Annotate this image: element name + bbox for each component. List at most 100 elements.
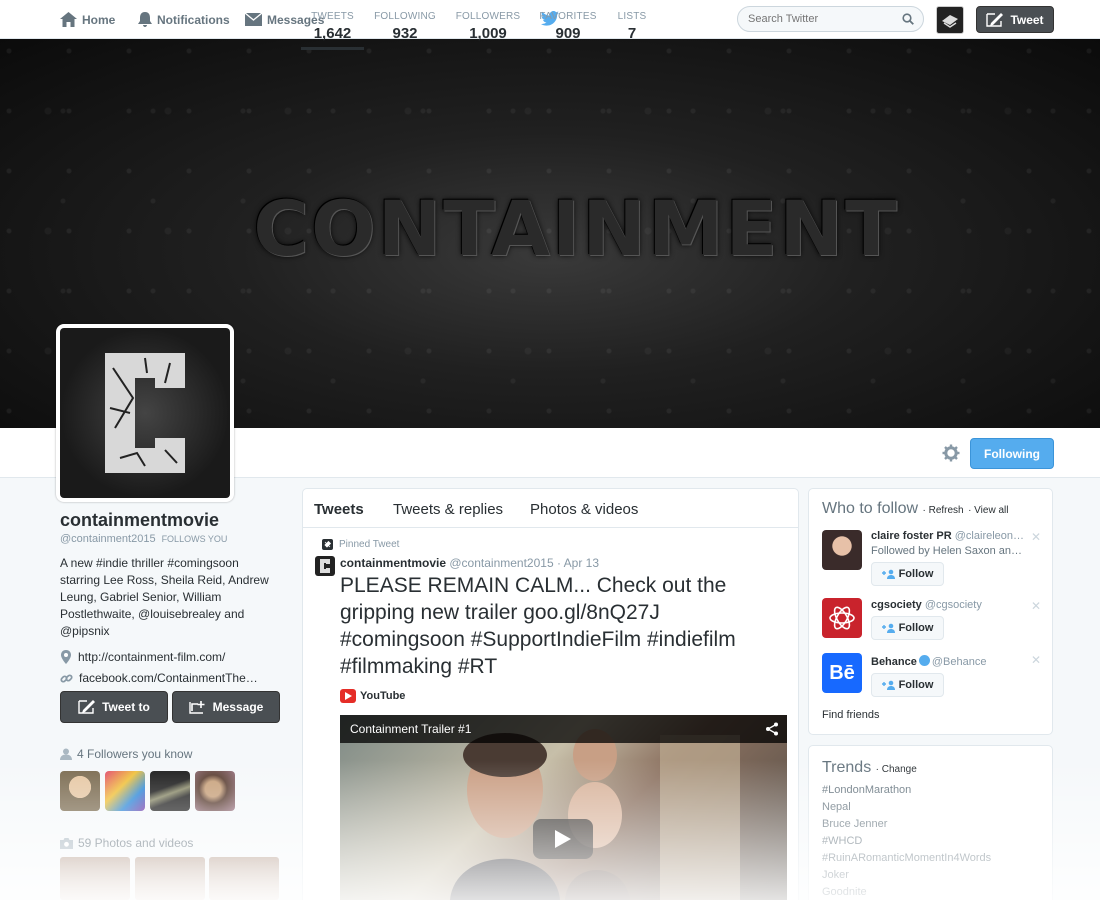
stat-tweets[interactable]: TWEETS 1,642 [301, 0, 364, 50]
trend-item[interactable]: Joker [822, 869, 849, 881]
tweet-to-button[interactable]: Tweet to [60, 691, 168, 723]
suggestion-handle: @cgsociety [924, 599, 982, 611]
suggestion-name-row[interactable]: claire foster PR @claireleon… [871, 530, 1031, 542]
pinned-tweet-label-row: Pinned Tweet [322, 539, 399, 550]
youtube-icon [340, 689, 356, 703]
account-avatar[interactable] [936, 6, 964, 34]
tab-tweets-and-replies[interactable]: Tweets & replies [393, 501, 503, 518]
pin-icon [322, 539, 333, 550]
find-friends-link[interactable]: Find friends [822, 709, 879, 721]
trend-item[interactable]: #RuinARomanticMomentIn4Words [822, 852, 991, 864]
search-box[interactable] [737, 6, 924, 32]
profile-name: containmentmovie [60, 510, 220, 530]
quill-icon [986, 12, 1004, 27]
video-title: Containment Trailer #1 [350, 722, 472, 736]
search-input[interactable] [738, 7, 888, 31]
compose-tweet-button[interactable]: Tweet [976, 6, 1054, 33]
follow-person-icon [881, 569, 895, 579]
profile-location-row: http://containment-film.com/ [60, 648, 285, 666]
dismiss-suggestion-icon[interactable]: ✕ [1031, 599, 1041, 613]
suggestion-avatar[interactable] [822, 598, 862, 638]
suggestion-name-row[interactable]: Behance @Behance [871, 655, 1031, 668]
profile-avatar[interactable] [56, 324, 234, 502]
trend-item[interactable]: Goodnite [822, 886, 867, 898]
stat-followers[interactable]: FOLLOWERS 1,009 [454, 0, 522, 50]
avatar-image [60, 328, 230, 498]
view-all-link[interactable]: · View all [968, 505, 1008, 516]
home-icon [60, 12, 77, 27]
profile-facebook-link[interactable]: facebook.com/ContainmentThe… [79, 671, 258, 685]
stat-label: TWEETS [311, 11, 354, 22]
tweet-author-avatar[interactable] [315, 556, 335, 576]
trend-item[interactable]: #WHCD [822, 835, 862, 847]
stat-value: 932 [392, 25, 418, 42]
video-player[interactable]: Containment Trailer #1 [340, 715, 787, 900]
pinned-tweet-label: Pinned Tweet [339, 539, 400, 550]
account-logo-icon [942, 15, 958, 28]
message-button[interactable]: Message [172, 691, 280, 723]
profile-website-link[interactable]: http://containment-film.com/ [78, 650, 225, 664]
who-to-follow-heading: Who to follow · Refresh · View all [822, 500, 1008, 518]
tweet-author-name[interactable]: containmentmovie [340, 556, 446, 570]
envelope-icon [245, 13, 262, 26]
follower-avatar[interactable] [150, 771, 190, 811]
photos-videos-heading[interactable]: 59 Photos and videos [60, 836, 193, 850]
follower-avatar[interactable] [195, 771, 235, 811]
follow-button[interactable]: Follow [871, 673, 944, 697]
stat-following[interactable]: FOLLOWING 932 [372, 0, 438, 50]
refresh-link[interactable]: · Refresh [923, 505, 964, 516]
gear-icon[interactable] [942, 444, 960, 462]
stat-value: 7 [627, 25, 637, 42]
new-message-icon [188, 701, 205, 714]
suggestion-handle: @claireleon… [954, 530, 1025, 542]
follows-you-badge: FOLLOWS YOU [161, 534, 228, 544]
person-icon [60, 748, 72, 760]
follower-avatar[interactable] [60, 771, 100, 811]
tab-tweets[interactable]: Tweets [314, 501, 364, 518]
trend-item[interactable]: Nepal [822, 801, 851, 813]
photo-thumbnail[interactable] [60, 857, 130, 900]
follow-label: Follow [898, 679, 934, 691]
suggestion-handle: @Behance [931, 656, 987, 668]
tweet-to-label: Tweet to [102, 700, 150, 714]
behance-logo-icon: Bē [829, 661, 855, 684]
follow-button[interactable]: Follow [871, 562, 944, 586]
suggestion-name-row[interactable]: cgsociety @cgsociety [871, 599, 1031, 611]
change-trends-link[interactable]: · Change [876, 764, 917, 775]
share-icon[interactable] [765, 722, 779, 736]
photo-thumbnail[interactable] [209, 857, 279, 900]
nav-notifications[interactable]: Notifications [138, 0, 230, 39]
tweet-author-handle[interactable]: @containment2015 [449, 556, 553, 570]
following-button[interactable]: Following [970, 438, 1054, 469]
play-button[interactable] [533, 819, 593, 859]
profile-screen-name[interactable]: @containment2015 [60, 533, 156, 545]
trends-heading: Trends · Change [822, 759, 917, 777]
tweet-date[interactable]: · Apr 13 [557, 556, 599, 570]
play-icon [555, 830, 571, 848]
trend-item[interactable]: Bruce Jenner [822, 818, 887, 830]
stat-lists[interactable]: LISTS 7 [614, 0, 650, 50]
media-source[interactable]: YouTube [340, 689, 405, 703]
stat-favorites[interactable]: FAVORITES 909 [537, 0, 599, 50]
tab-photos-and-videos[interactable]: Photos & videos [530, 501, 638, 518]
follow-label: Follow [898, 568, 934, 580]
profile-bio: A new #indie thriller #comingsoon starri… [60, 556, 269, 638]
follow-button[interactable]: Follow [871, 616, 944, 640]
nav-home[interactable]: Home [60, 0, 115, 39]
dismiss-suggestion-icon[interactable]: ✕ [1031, 530, 1041, 544]
stat-value: 909 [555, 25, 581, 42]
follower-avatar[interactable] [105, 771, 145, 811]
trends-title: Trends [822, 759, 872, 776]
who-to-follow-title: Who to follow [822, 500, 919, 517]
trend-item[interactable]: #LondonMarathon [822, 784, 911, 796]
dismiss-suggestion-icon[interactable]: ✕ [1031, 653, 1041, 667]
photo-thumbnail[interactable] [135, 857, 205, 900]
compose-tweet-label: Tweet [1010, 12, 1044, 27]
followers-you-know-heading[interactable]: 4 Followers you know [60, 747, 192, 761]
search-icon[interactable] [902, 13, 914, 25]
profile-screen-name-row: @containment2015 FOLLOWS YOU [60, 533, 285, 545]
suggestion-avatar[interactable] [822, 530, 862, 570]
quill-icon [78, 700, 96, 714]
suggestion-avatar[interactable]: Bē [822, 653, 862, 693]
timeline-tabs: Tweets Tweets & replies Photos & videos [302, 488, 799, 528]
